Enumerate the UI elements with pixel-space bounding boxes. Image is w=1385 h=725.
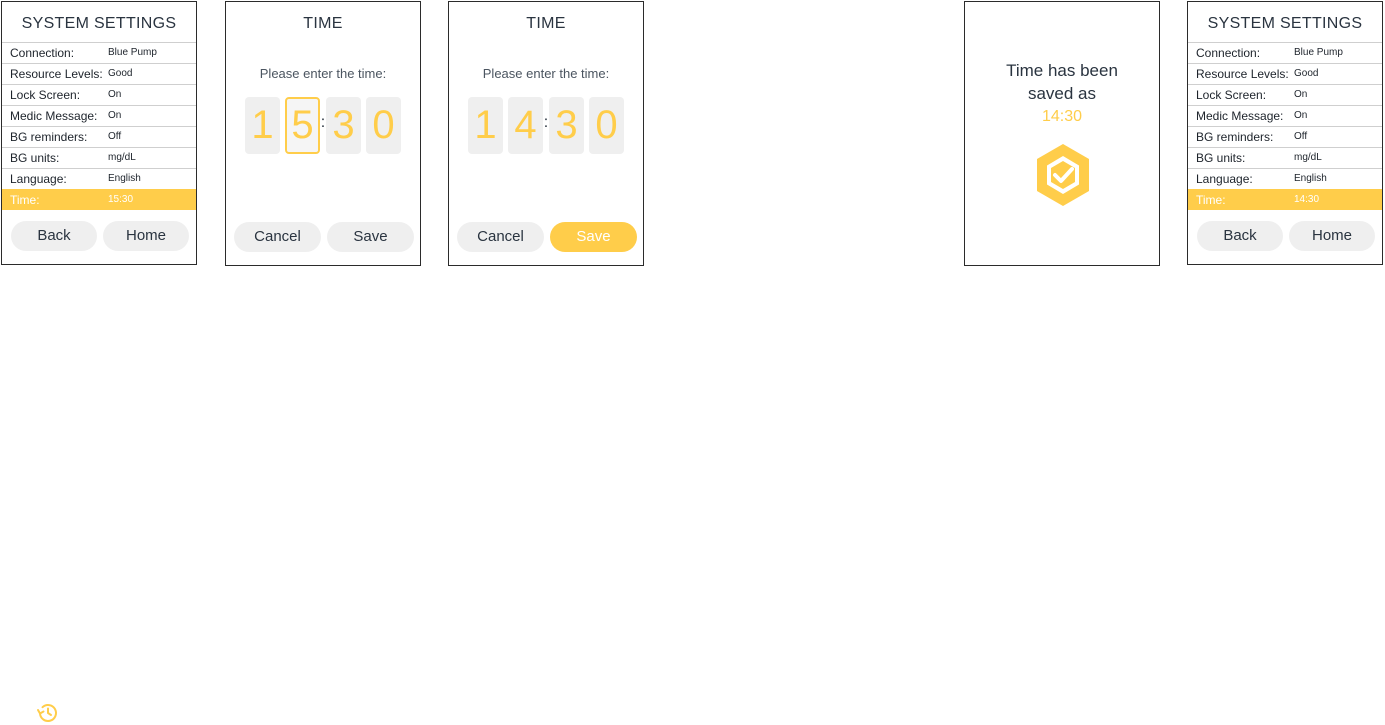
saved-message-line1: Time has been (1006, 61, 1118, 80)
row-value: English (1294, 173, 1327, 184)
row-label: Medic Message: (10, 109, 98, 123)
settings-row-medic-message[interactable]: Medic Message: On (1188, 105, 1382, 126)
settings-row-resource-levels[interactable]: Resource Levels: Good (1188, 63, 1382, 84)
settings-row-lock-screen[interactable]: Lock Screen: On (1188, 84, 1382, 105)
row-label: BG units: (1196, 151, 1246, 165)
row-value: mg/dL (108, 152, 136, 163)
settings-row-bg-units[interactable]: BG units: mg/dL (2, 147, 196, 168)
page-title: TIME (303, 15, 343, 32)
row-value: Off (108, 131, 122, 142)
history-icon[interactable] (35, 702, 59, 724)
home-button[interactable]: Home (103, 221, 189, 251)
minute-tens-digit[interactable]: 3 (549, 97, 584, 154)
row-value: 15:30 (108, 194, 134, 205)
page-title: SYSTEM SETTINGS (21, 15, 177, 32)
settings-row-bg-units[interactable]: BG units: mg/dL (1188, 147, 1382, 168)
hexagon-check-icon (1037, 144, 1089, 206)
time-prompt: Please enter the time: (259, 66, 387, 81)
settings-screen-before: SYSTEM SETTINGS Connection: Blue Pump Re… (1, 1, 197, 265)
saved-message: Time has been saved as 14:30 (965, 59, 1159, 128)
row-value: On (1294, 89, 1308, 100)
row-label: Time: (10, 193, 40, 207)
row-label: Resource Levels: (10, 67, 103, 81)
settings-row-time[interactable]: Time: 14:30 (1188, 189, 1382, 210)
minute-tens-digit[interactable]: 3 (326, 97, 361, 154)
row-label: Resource Levels: (1196, 67, 1289, 81)
save-button[interactable]: Save (327, 222, 414, 252)
settings-row-medic-message[interactable]: Medic Message: On (2, 105, 196, 126)
cancel-button[interactable]: Cancel (234, 222, 321, 252)
settings-screen-after: SYSTEM SETTINGS Connection: Blue Pump Re… (1187, 1, 1383, 265)
save-button[interactable]: Save (550, 222, 637, 252)
hour-tens-digit[interactable]: 1 (468, 97, 503, 154)
row-value: On (108, 110, 122, 121)
row-label: BG units: (10, 151, 60, 165)
row-label: Lock Screen: (10, 88, 81, 102)
hour-ones-digit[interactable]: 4 (508, 97, 543, 154)
back-button[interactable]: Back (11, 221, 97, 251)
page-title: SYSTEM SETTINGS (1207, 15, 1363, 32)
time-entry-screen: TIME Please enter the time: 1 5 : 3 0 Ca… (225, 1, 421, 266)
row-value: Off (1294, 131, 1308, 142)
row-label: Connection: (1196, 46, 1261, 60)
row-label: Connection: (10, 46, 75, 60)
settings-row-bg-reminders[interactable]: BG reminders: Off (2, 126, 196, 147)
settings-list: Connection: Blue Pump Resource Levels: G… (1188, 42, 1382, 210)
row-label: Language: (10, 172, 67, 186)
time-prompt: Please enter the time: (482, 66, 610, 81)
row-value: Blue Pump (1294, 47, 1343, 58)
settings-row-connection[interactable]: Connection: Blue Pump (1188, 42, 1382, 63)
hour-tens-digit[interactable]: 1 (245, 97, 280, 154)
row-value: Good (108, 68, 133, 79)
settings-row-lock-screen[interactable]: Lock Screen: On (2, 84, 196, 105)
settings-row-bg-reminders[interactable]: BG reminders: Off (1188, 126, 1382, 147)
settings-row-connection[interactable]: Connection: Blue Pump (2, 42, 196, 63)
minute-ones-digit[interactable]: 0 (366, 97, 401, 154)
row-label: Medic Message: (1196, 109, 1284, 123)
row-value: Good (1294, 68, 1319, 79)
row-label: Time: (1196, 193, 1226, 207)
row-value: 14:30 (1294, 194, 1320, 205)
row-label: BG reminders: (10, 130, 88, 144)
confirmation-screen: Time has been saved as 14:30 (964, 1, 1160, 266)
row-label: BG reminders: (1196, 130, 1274, 144)
saved-message-line2: saved as (1027, 84, 1097, 103)
page-title: TIME (526, 15, 566, 32)
row-value: Blue Pump (108, 47, 157, 58)
settings-list: Connection: Blue Pump Resource Levels: G… (2, 42, 196, 210)
settings-row-resource-levels[interactable]: Resource Levels: Good (2, 63, 196, 84)
settings-row-language[interactable]: Language: English (1188, 168, 1382, 189)
row-label: Language: (1196, 172, 1253, 186)
row-value: English (108, 173, 141, 184)
row-value: On (108, 89, 122, 100)
row-value: mg/dL (1294, 152, 1322, 163)
time-entry-screen-changed: TIME Please enter the time: 1 4 : 3 0 Ca… (448, 1, 644, 266)
back-button[interactable]: Back (1197, 221, 1283, 251)
settings-row-time[interactable]: Time: 15:30 (2, 189, 196, 210)
home-button[interactable]: Home (1289, 221, 1375, 251)
hour-ones-digit-selected[interactable]: 5 (285, 97, 320, 154)
row-value: On (1294, 110, 1308, 121)
row-label: Lock Screen: (1196, 88, 1267, 102)
minute-ones-digit[interactable]: 0 (589, 97, 624, 154)
cancel-button[interactable]: Cancel (457, 222, 544, 252)
settings-row-language[interactable]: Language: English (2, 168, 196, 189)
saved-time: 14:30 (1041, 108, 1083, 125)
